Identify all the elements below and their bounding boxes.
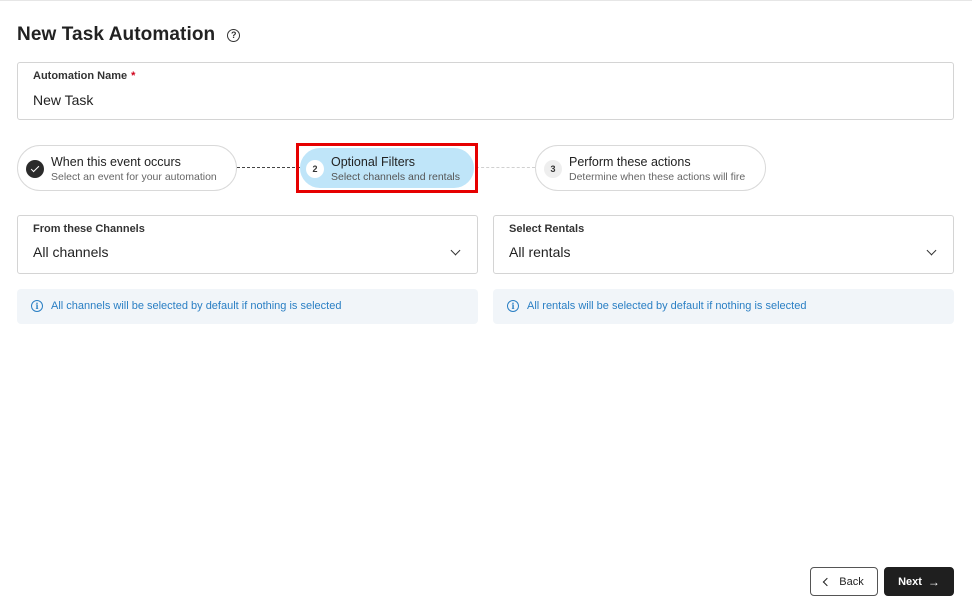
chevron-left-icon xyxy=(823,577,832,586)
step-event[interactable]: When this event occurs Select an event f… xyxy=(17,145,237,191)
info-icon: i xyxy=(507,300,519,312)
automation-name-label: Automation Name * xyxy=(33,70,135,82)
step-perform-actions[interactable]: 3 Perform these actions Determine when t… xyxy=(535,145,766,191)
step-title: Perform these actions xyxy=(569,155,691,169)
page-header: New Task Automation ? xyxy=(17,24,241,46)
back-button-label: Back xyxy=(839,575,864,588)
top-divider xyxy=(0,0,972,1)
channels-info-banner: i All channels will be selected by defau… xyxy=(17,289,478,324)
rentals-info-banner: i All rentals will be selected by defaul… xyxy=(493,289,954,324)
channels-select-label: From these Channels xyxy=(33,223,145,235)
info-icon: i xyxy=(31,300,43,312)
help-icon[interactable]: ? xyxy=(227,28,241,42)
step-subtitle: Determine when these actions will fire xyxy=(569,171,746,183)
arrow-right-icon: → xyxy=(927,574,940,589)
step-connector-1 xyxy=(237,167,300,168)
active-step-highlight xyxy=(296,143,478,193)
step-connector-2 xyxy=(476,167,535,168)
rentals-select[interactable]: Select Rentals All rentals xyxy=(493,215,954,274)
automation-name-label-text: Automation Name xyxy=(33,70,128,82)
channels-info-text: All channels will be selected by default… xyxy=(51,300,342,312)
channels-select[interactable]: From these Channels All channels xyxy=(17,215,478,274)
next-button-label: Next xyxy=(898,575,922,588)
chevron-down-icon[interactable] xyxy=(450,245,461,256)
step-title: When this event occurs xyxy=(51,155,181,169)
channels-select-value: All channels xyxy=(33,244,109,260)
page-title: New Task Automation xyxy=(17,24,216,45)
automation-name-input[interactable] xyxy=(33,90,913,110)
step-subtitle: Select an event for your automation xyxy=(51,171,217,183)
step-number-badge: 3 xyxy=(544,160,562,178)
check-icon xyxy=(30,163,40,173)
rentals-select-label: Select Rentals xyxy=(509,223,585,235)
next-button[interactable]: Next → xyxy=(884,567,954,596)
rentals-info-text: All rentals will be selected by default … xyxy=(527,300,807,312)
step-complete-badge xyxy=(26,160,44,178)
automation-name-field[interactable]: Automation Name * xyxy=(17,62,954,120)
back-button[interactable]: Back xyxy=(810,567,878,596)
required-marker: * xyxy=(131,70,136,82)
rentals-select-value: All rentals xyxy=(509,244,571,260)
chevron-down-icon[interactable] xyxy=(926,245,937,256)
